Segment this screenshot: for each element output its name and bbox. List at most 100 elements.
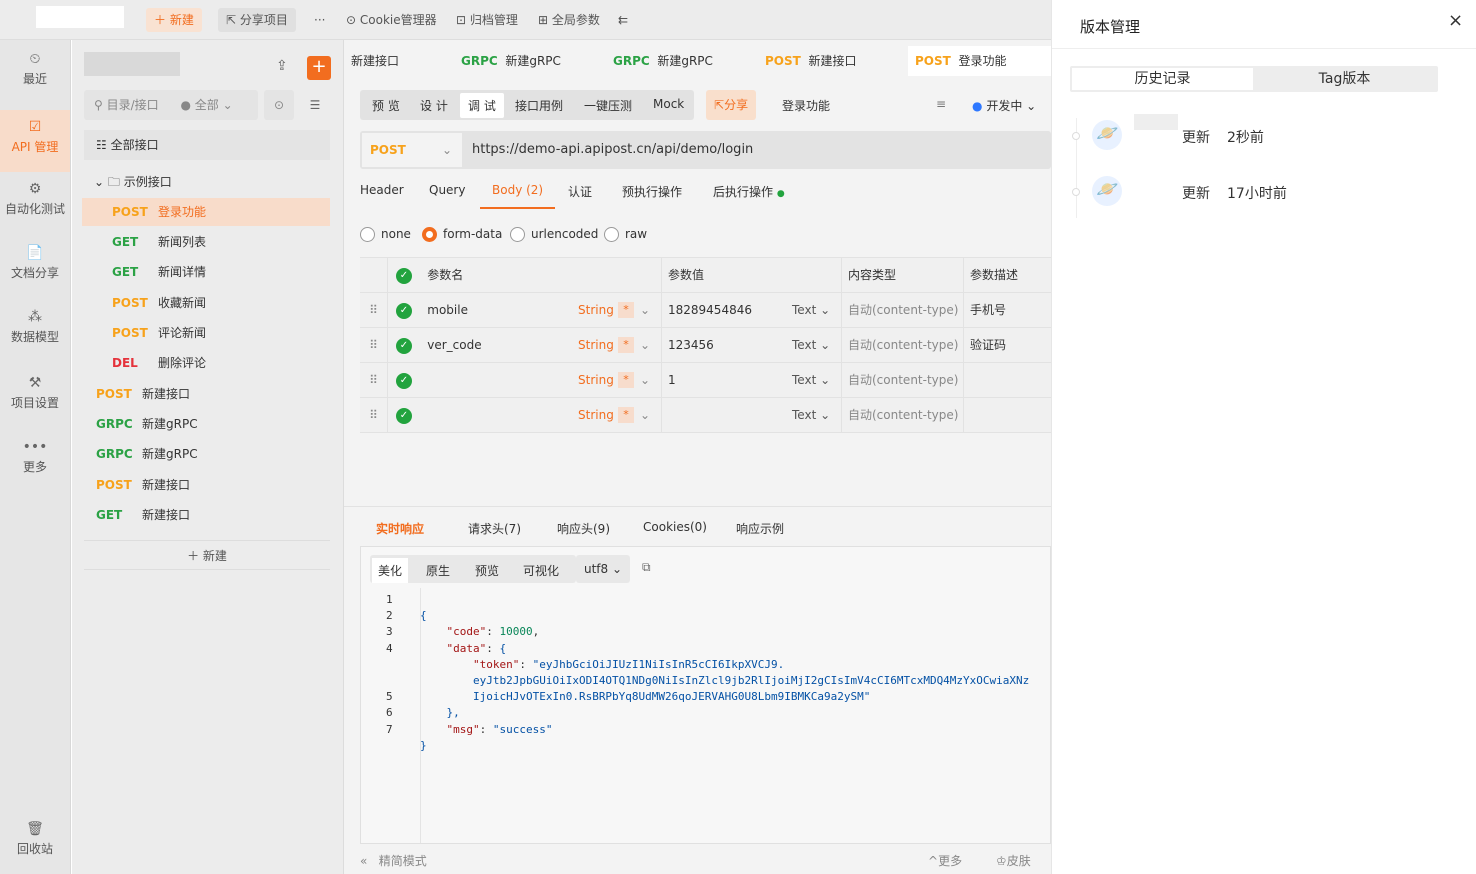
row-check[interactable]: ✓ xyxy=(396,302,412,319)
encoding-select[interactable]: utf8 ⌄ xyxy=(576,555,631,583)
mode-cases[interactable]: 接口用例 xyxy=(515,97,563,114)
more-button[interactable]: ··· xyxy=(306,8,333,32)
tab-grpc-1[interactable]: GRPC 新建gRPC xyxy=(454,46,561,76)
param-name-cell[interactable]: ✓ ver_code String * ⌄ xyxy=(388,328,662,363)
radio-none[interactable]: none xyxy=(360,227,411,242)
tab-post-new[interactable]: POST 新建接口 xyxy=(758,46,856,76)
content-type-cell[interactable]: 自动(content-type) xyxy=(842,363,964,398)
param-value-cell[interactable]: Text ⌄ xyxy=(662,398,842,433)
sort-icon[interactable]: ☰ xyxy=(300,90,330,120)
param-desc-cell[interactable]: 验证码 xyxy=(964,328,1051,363)
param-desc-cell[interactable] xyxy=(964,398,1051,433)
row-check[interactable]: ✓ xyxy=(396,372,412,389)
nav-recent[interactable]: ⏲ 最近 xyxy=(0,48,70,104)
nav-data-model[interactable]: ⁂ 数据模型 xyxy=(0,306,70,362)
tree-item[interactable]: GRPC 新建gRPC xyxy=(82,410,330,438)
tree-item[interactable]: GET 新闻详情 xyxy=(82,258,330,286)
tree-item[interactable]: GET 新闻列表 xyxy=(82,228,330,256)
tree-item[interactable]: POST 新建接口 xyxy=(82,471,330,499)
filter-dropdown[interactable]: ● 全部 ⌄ xyxy=(181,98,233,112)
value-type-select[interactable]: Text ⌄ xyxy=(792,398,830,433)
share-button[interactable]: ⇱分享 xyxy=(706,90,757,120)
drag-handle-icon[interactable]: ⠿ xyxy=(360,293,388,328)
mode-debug[interactable]: 调 试 xyxy=(460,93,504,118)
content-type-cell[interactable]: 自动(content-type) xyxy=(842,328,964,363)
history-item[interactable]: 🪐 更新 2秒前 xyxy=(1052,108,1476,164)
param-value-cell[interactable]: 123456 Text ⌄ xyxy=(662,328,842,363)
method-select[interactable]: POST ⌄ xyxy=(362,133,462,167)
tree-item[interactable]: POST 新建接口 xyxy=(82,380,330,408)
row-check[interactable]: ✓ xyxy=(396,407,412,424)
radio-form-data[interactable]: form-data xyxy=(422,227,502,242)
new-button[interactable]: ＋ 新建 xyxy=(146,8,202,32)
radio-urlencoded[interactable]: urlencoded xyxy=(510,227,598,242)
all-apis-row[interactable]: ☷ 全部接口 xyxy=(84,130,330,160)
required-toggle[interactable]: * xyxy=(618,407,634,423)
mode-mock[interactable]: Mock xyxy=(653,97,684,111)
req-tab-post[interactable]: 后执行操作 ● xyxy=(713,183,785,200)
drag-handle-icon[interactable]: ⠿ xyxy=(360,398,388,433)
tree-item[interactable]: POST 收藏新闻 xyxy=(82,289,330,317)
tree-new-button[interactable]: ＋ 新建 xyxy=(84,540,330,570)
add-button[interactable]: + xyxy=(307,56,331,80)
req-tab-body[interactable]: Body (2) xyxy=(480,183,556,209)
url-input[interactable]: https://demo-api.apipost.cn/api/demo/log… xyxy=(472,133,753,167)
view-preview[interactable]: 预览 xyxy=(475,562,499,579)
collapse-icon[interactable]: ⇇ xyxy=(610,8,636,32)
global-params-button[interactable]: ⊞ 全局参数 xyxy=(530,8,608,32)
nav-automation[interactable]: ⚙ 自动化测试 xyxy=(0,178,70,234)
param-name-cell[interactable]: ✓ mobile String * ⌄ xyxy=(388,293,662,328)
nav-project-settings[interactable]: ⚒ 项目设置 xyxy=(0,372,70,428)
export-icon[interactable]: ⇪ xyxy=(276,58,288,74)
param-desc-cell[interactable] xyxy=(964,363,1051,398)
row-check[interactable]: ✓ xyxy=(396,337,412,354)
nav-api-management[interactable]: ☑ API 管理 xyxy=(0,110,70,172)
param-value-cell[interactable]: 18289454846 Text ⌄ xyxy=(662,293,842,328)
folder-example[interactable]: ⌄ 🗀 示例接口 xyxy=(82,168,330,196)
tree-item[interactable]: POST 评论新闻 xyxy=(82,319,330,347)
select-all-check[interactable]: ✓ xyxy=(396,267,412,284)
value-type-select[interactable]: Text ⌄ xyxy=(792,363,830,398)
drag-handle-icon[interactable]: ⠿ xyxy=(360,363,388,398)
resp-tab-req-headers[interactable]: 请求头(7) xyxy=(468,520,521,537)
required-toggle[interactable]: * xyxy=(618,337,634,353)
resp-tab-example[interactable]: 响应示例 xyxy=(736,520,784,537)
api-name[interactable]: 登录功能 xyxy=(782,97,830,114)
view-visualize[interactable]: 可视化 xyxy=(523,562,559,579)
radio-raw[interactable]: raw xyxy=(604,227,647,242)
required-toggle[interactable]: * xyxy=(618,302,634,318)
archive-button[interactable]: ⊡ 归档管理 xyxy=(448,8,526,32)
view-beautify[interactable]: 美化 xyxy=(372,558,409,583)
search-input[interactable]: ⚲ 目录/接口 ● 全部 ⌄ xyxy=(84,90,258,120)
nav-recycle-bin[interactable]: 🗑 回收站 xyxy=(0,818,70,874)
param-desc-cell[interactable]: 手机号 xyxy=(964,293,1051,328)
tab-grpc-2[interactable]: GRPC 新建gRPC xyxy=(606,46,713,76)
value-type-select[interactable]: Text ⌄ xyxy=(792,328,830,363)
tree-item[interactable]: GET 新建接口 xyxy=(82,501,330,529)
resp-tab-resp-headers[interactable]: 响应头(9) xyxy=(557,520,610,537)
tab-new-api[interactable]: 新建接口 xyxy=(344,46,399,76)
mode-preview[interactable]: 预 览 xyxy=(372,97,400,114)
simple-mode-toggle[interactable]: « 精简模式 xyxy=(360,852,427,869)
resp-tab-cookies[interactable]: Cookies(0) xyxy=(643,520,707,534)
nav-doc-share[interactable]: 📄 文档分享 xyxy=(0,242,70,298)
tree-item[interactable]: GRPC 新建gRPC xyxy=(82,440,330,468)
req-tab-header[interactable]: Header xyxy=(360,183,404,197)
copy-icon[interactable]: ⧉ xyxy=(642,560,651,575)
required-toggle[interactable]: * xyxy=(618,372,634,388)
tab-tag-version[interactable]: Tag版本 xyxy=(1253,68,1436,90)
project-name-placeholder[interactable] xyxy=(36,6,124,28)
status-dropdown[interactable]: ● 开发中 ⌄ xyxy=(972,97,1036,114)
skin-button[interactable]: ♔皮肤 xyxy=(996,852,1031,869)
tab-history[interactable]: 历史记录 xyxy=(1072,68,1253,90)
value-type-select[interactable]: Text ⌄ xyxy=(792,293,830,328)
req-tab-auth[interactable]: 认证 xyxy=(568,183,592,200)
mode-design[interactable]: 设 计 xyxy=(420,97,448,114)
param-name-cell[interactable]: ✓ String * ⌄ xyxy=(388,398,662,433)
param-name-cell[interactable]: ✓ String * ⌄ xyxy=(388,363,662,398)
tree-item[interactable]: POST 登录功能 xyxy=(82,198,330,226)
drag-handle-icon[interactable]: ⠿ xyxy=(360,328,388,363)
view-raw[interactable]: 原生 xyxy=(426,562,450,579)
cookie-manager-button[interactable]: ⊙ Cookie管理器 xyxy=(338,8,445,32)
share-project-button[interactable]: ⇱ 分享项目 xyxy=(218,8,296,32)
